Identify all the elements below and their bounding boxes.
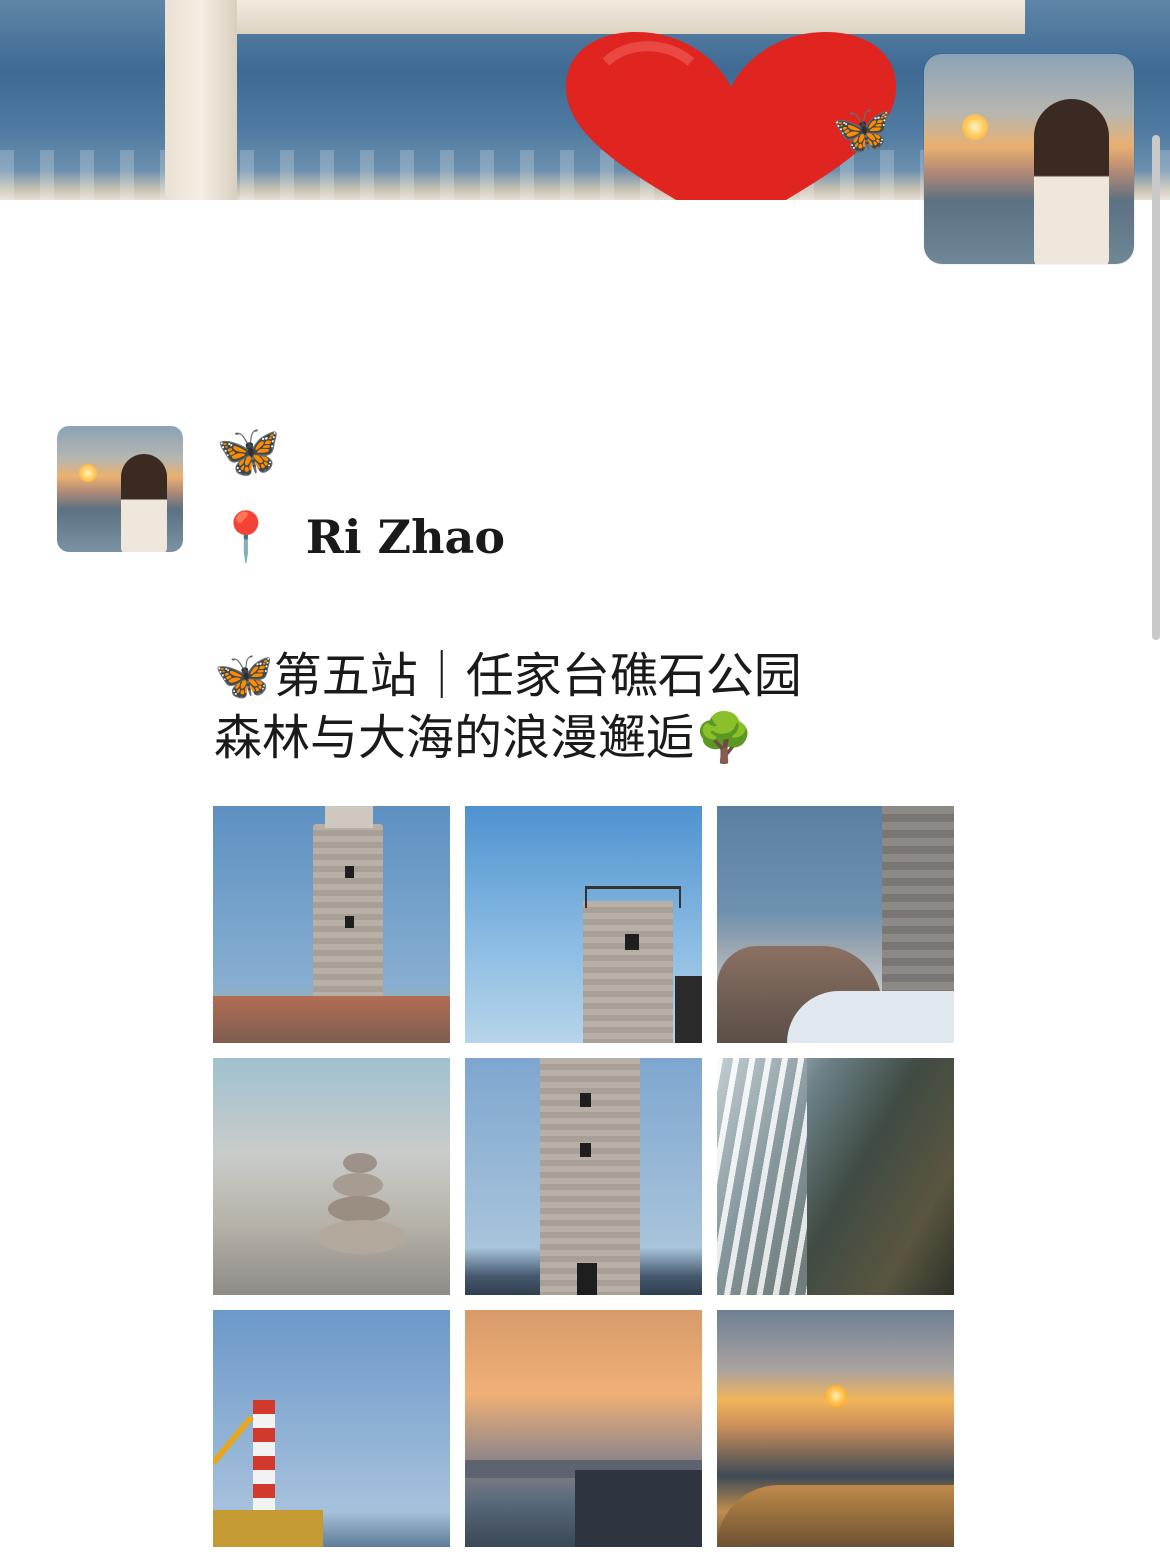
photo-thumbnail[interactable] [717, 1058, 954, 1295]
cover-frame-bar [165, 0, 1025, 34]
cover-avatar[interactable] [924, 54, 1134, 264]
caption-line-2: 森林与大海的浪漫邂逅🌳 [214, 707, 974, 769]
window-shape [625, 934, 639, 950]
stone-shape [318, 1220, 406, 1254]
crane-arm [213, 1415, 254, 1465]
butterfly-icon: 🦋 [832, 102, 892, 158]
butterfly-icon: 🦋 [214, 648, 274, 704]
post-caption: 🦋第五站｜任家台礁石公园 森林与大海的浪漫邂逅🌳 [214, 645, 974, 769]
photo-thumbnail[interactable] [213, 1058, 450, 1295]
red-white-lighthouse [253, 1400, 275, 1515]
photo-thumbnail[interactable] [717, 1310, 954, 1547]
tree-icon: 🌳 [694, 710, 754, 766]
cover-frame-post [165, 0, 237, 200]
photo-thumbnail[interactable] [465, 1058, 702, 1295]
path-shape [787, 991, 954, 1043]
lighthouse-railing [585, 886, 681, 908]
scrollbar[interactable] [1152, 135, 1160, 640]
lighthouse-top [325, 806, 373, 828]
window-shape [345, 916, 354, 928]
stone-shape [343, 1153, 377, 1173]
caption-line-2-text: 森林与大海的浪漫邂逅 [214, 710, 695, 766]
wave-foam [717, 1058, 807, 1295]
photo-thumbnail[interactable] [465, 806, 702, 1043]
door-shape [577, 1263, 597, 1295]
window-shape [580, 1093, 591, 1107]
sunset-sun [962, 114, 988, 140]
photo-thumbnail[interactable] [213, 1310, 450, 1547]
photo-thumbnail[interactable] [717, 806, 954, 1043]
avatar-person [121, 454, 167, 552]
photo-thumbnail[interactable] [213, 806, 450, 1043]
post-location[interactable]: 📍 Ri Zhao [216, 505, 505, 569]
window-shape [580, 1143, 591, 1157]
lighthouse-shape [583, 901, 673, 1043]
stone-shape [328, 1196, 390, 1222]
rocks-shape [213, 996, 450, 1043]
butterfly-icon: 🦋 [216, 422, 281, 482]
sunset-sun [825, 1385, 847, 1407]
stone-shape [333, 1173, 383, 1197]
tower-wall [882, 806, 954, 1011]
photo-grid [213, 806, 954, 1547]
caption-line-1-text: 第五站｜任家台礁石公园 [273, 648, 802, 704]
sunset-sun [79, 464, 97, 482]
window-shape [345, 866, 354, 878]
photo-thumbnail[interactable] [465, 1310, 702, 1547]
lighthouse-shape [313, 824, 383, 1004]
avatar-person [1034, 99, 1109, 264]
crane-base [213, 1510, 323, 1547]
tree-shadow [675, 976, 702, 1043]
sand-shape [717, 1485, 954, 1547]
location-text: Ri Zhao [305, 510, 505, 564]
pier-shape [575, 1470, 702, 1547]
post-avatar[interactable] [57, 426, 183, 552]
pin-icon: 📍 [216, 509, 276, 565]
post-author-name[interactable]: 🦋 [216, 426, 281, 478]
caption-line-1: 🦋第五站｜任家台礁石公园 [214, 645, 974, 707]
